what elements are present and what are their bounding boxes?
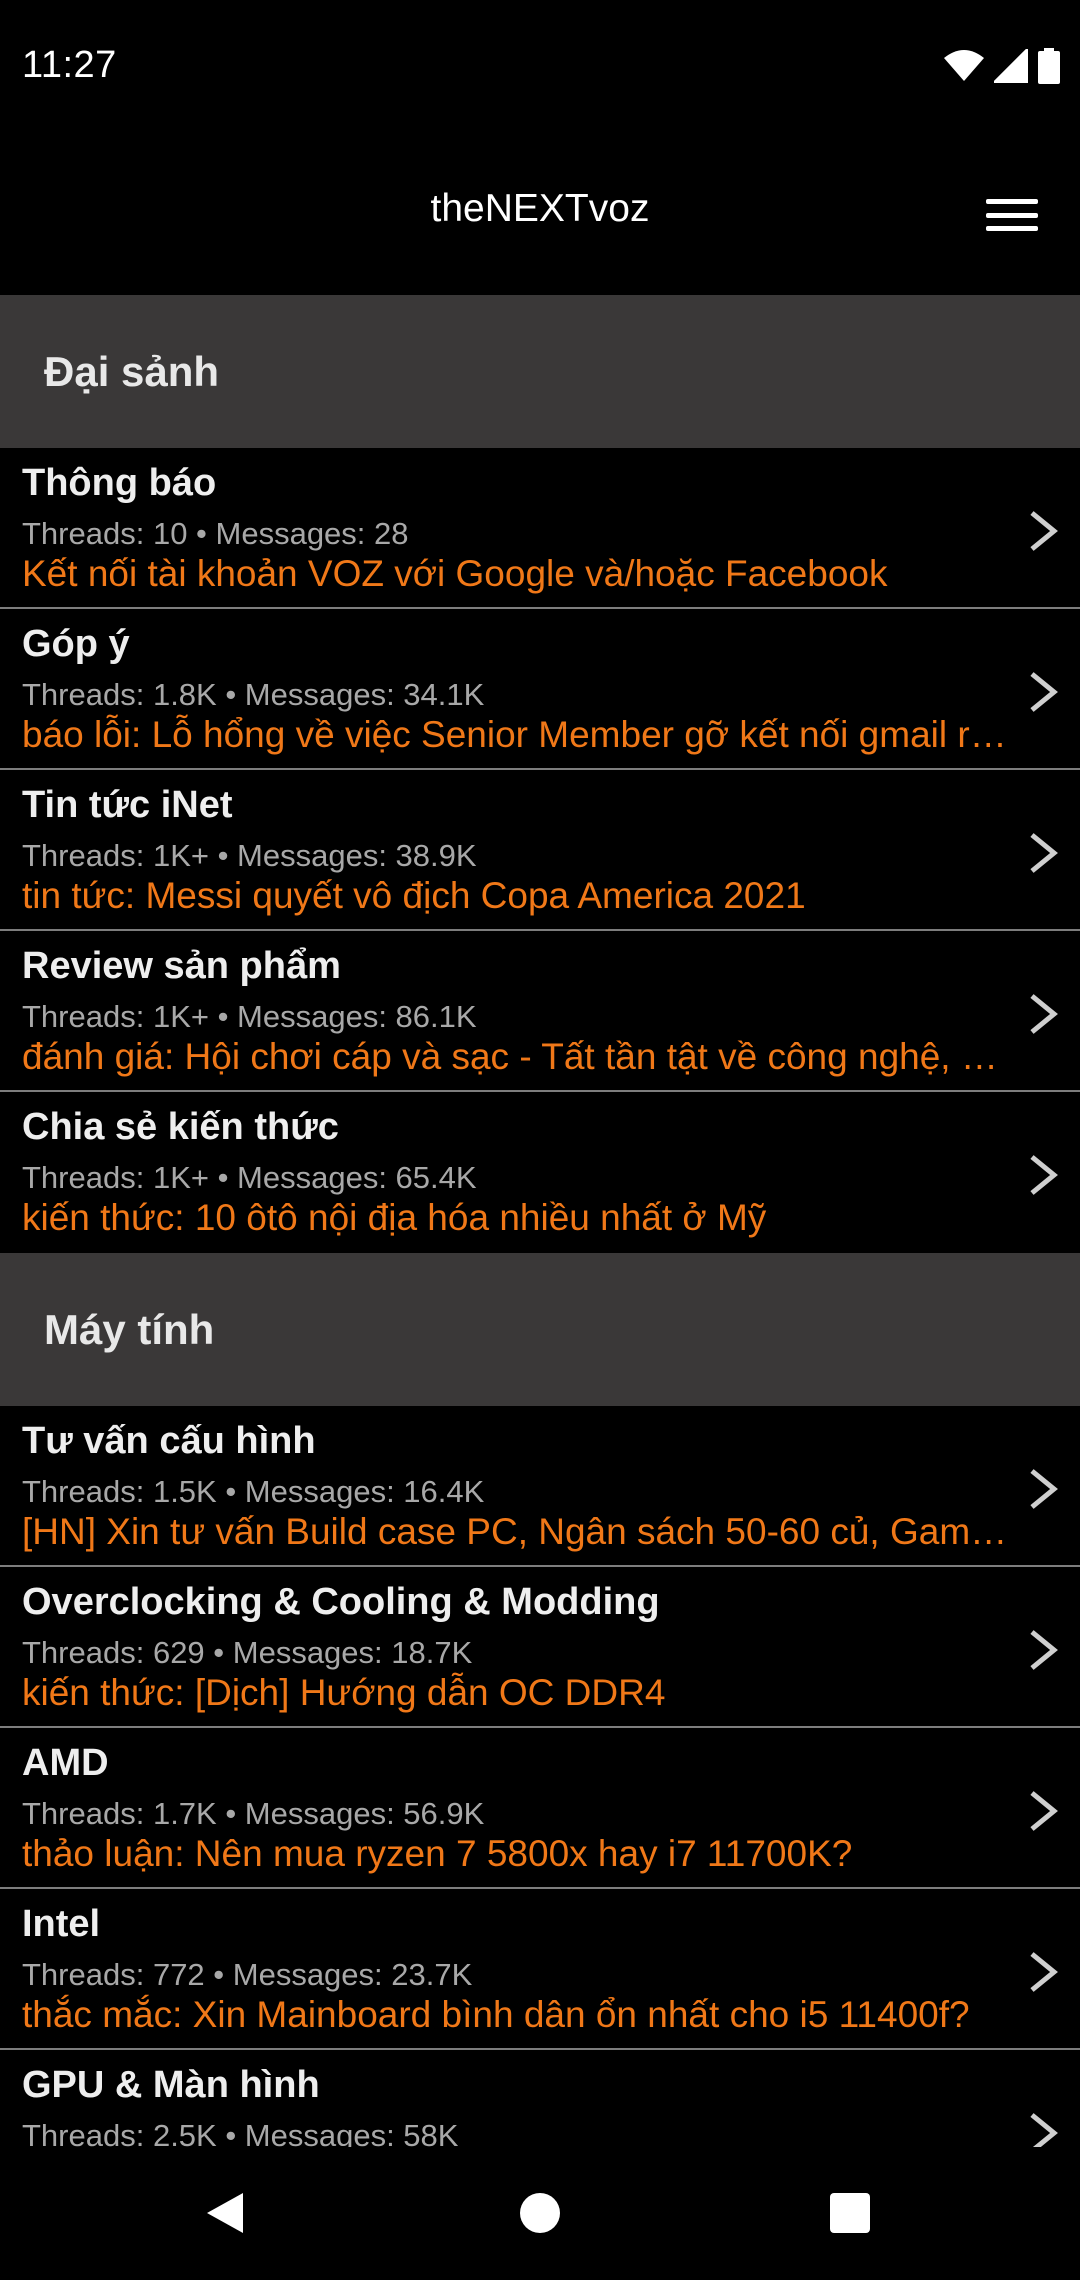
app-bar: theNEXTvoz — [0, 135, 1080, 295]
forum-row[interactable]: Góp ý Threads: 1.8K • Messages: 34.1K bá… — [0, 609, 1080, 770]
forum-row[interactable]: Review sản phẩm Threads: 1K+ • Messages:… — [0, 931, 1080, 1092]
forum-stats: Threads: 1.7K • Messages: 56.9K — [22, 1796, 485, 1831]
forum-latest-thread[interactable]: tin tức: Messi quyết vô địch Copa Americ… — [22, 875, 1012, 917]
forum-latest-thread[interactable]: kiến thức: 10 ôtô nội địa hóa nhiều nhất… — [22, 1197, 1012, 1239]
forum-title: Review sản phẩm — [22, 945, 341, 987]
forum-stats: Threads: 10 • Messages: 28 — [22, 516, 409, 551]
forum-stats: Threads: 2.5K • Messages: 58K — [22, 2118, 459, 2147]
section-title: Đại sảnh — [44, 347, 220, 395]
forum-latest-thread[interactable]: [HN] Xin tư vấn Build case PC, Ngân sách… — [22, 1511, 1012, 1553]
forum-row[interactable]: Intel Threads: 772 • Messages: 23.7K thắ… — [0, 1889, 1080, 2050]
app-title: theNEXTvoz — [430, 187, 650, 230]
forum-row[interactable]: AMD Threads: 1.7K • Messages: 56.9K thảo… — [0, 1728, 1080, 1889]
chevron-right-icon — [1030, 1630, 1058, 1670]
chevron-right-icon — [1030, 833, 1058, 873]
back-icon[interactable] — [185, 2177, 265, 2249]
home-icon[interactable] — [500, 2177, 580, 2249]
system-nav-bar — [0, 2147, 1080, 2280]
forum-title: Thông báo — [22, 462, 217, 504]
section-title: Máy tính — [44, 1305, 215, 1353]
section-header: Máy tính — [0, 1253, 1080, 1406]
forum-stats: Threads: 772 • Messages: 23.7K — [22, 1957, 473, 1992]
menu-bar-line — [986, 226, 1038, 231]
forum-row[interactable]: Tin tức iNet Threads: 1K+ • Messages: 38… — [0, 770, 1080, 931]
forum-latest-thread[interactable]: thảo luận: Nên mua ryzen 7 5800x hay i7 … — [22, 1833, 1012, 1875]
chevron-right-icon — [1030, 511, 1058, 551]
forum-title: Tư vấn cấu hình — [22, 1420, 316, 1462]
menu-bar-line — [986, 212, 1038, 218]
forum-stats: Threads: 1.5K • Messages: 16.4K — [22, 1474, 485, 1509]
battery-icon — [1038, 48, 1060, 84]
forum-list[interactable]: Đại sảnh Thông báo Threads: 10 • Message… — [0, 295, 1080, 2147]
menu-bar-line — [986, 199, 1038, 204]
forum-row[interactable]: Tư vấn cấu hình Threads: 1.5K • Messages… — [0, 1406, 1080, 1567]
status-icons — [944, 46, 1060, 86]
forum-title: Tin tức iNet — [22, 784, 233, 826]
chevron-right-icon — [1030, 672, 1058, 712]
forum-title: Chia sẻ kiến thức — [22, 1106, 339, 1148]
forum-stats: Threads: 1K+ • Messages: 38.9K — [22, 838, 477, 873]
forum-latest-thread[interactable]: báo lỗi: Lỗ hổng về việc Senior Member g… — [22, 714, 1012, 756]
forum-title: AMD — [22, 1742, 109, 1784]
forum-latest-thread[interactable]: thắc mắc: Xin Mainboard bình dân ổn nhất… — [22, 1994, 1012, 2036]
forum-latest-thread[interactable]: Kết nối tài khoản VOZ với Google và/hoặc… — [22, 553, 1012, 595]
forum-stats: Threads: 1.8K • Messages: 34.1K — [22, 677, 485, 712]
forum-stats: Threads: 1K+ • Messages: 86.1K — [22, 999, 477, 1034]
forum-row[interactable]: Chia sẻ kiến thức Threads: 1K+ • Message… — [0, 1092, 1080, 1253]
chevron-right-icon — [1030, 1952, 1058, 1992]
forum-row[interactable]: Overclocking & Cooling & Modding Threads… — [0, 1567, 1080, 1728]
hamburger-menu-icon[interactable] — [984, 191, 1040, 239]
wifi-icon — [944, 50, 984, 81]
cellular-signal-icon — [994, 49, 1028, 83]
chevron-right-icon — [1030, 1791, 1058, 1831]
forum-title: Intel — [22, 1903, 101, 1945]
forum-title: Overclocking & Cooling & Modding — [22, 1581, 660, 1623]
recents-icon[interactable] — [810, 2177, 890, 2249]
section-header: Đại sảnh — [0, 295, 1080, 448]
chevron-right-icon — [1030, 1469, 1058, 1509]
chevron-right-icon — [1030, 994, 1058, 1034]
forum-stats: Threads: 629 • Messages: 18.7K — [22, 1635, 473, 1670]
forum-latest-thread[interactable]: đánh giá: Hội chơi cáp và sạc - Tất tần … — [22, 1036, 1012, 1078]
forum-row[interactable]: GPU & Màn hình Threads: 2.5K • Messages:… — [0, 2050, 1080, 2147]
status-bar: 11:27 — [0, 0, 1080, 135]
chevron-right-icon — [1030, 1155, 1058, 1195]
chevron-right-icon — [1030, 2113, 1058, 2147]
forum-latest-thread[interactable]: kiến thức: [Dịch] Hướng dẫn OC DDR4 — [22, 1672, 1012, 1714]
forum-row[interactable]: Thông báo Threads: 10 • Messages: 28 Kết… — [0, 448, 1080, 609]
forum-title: Góp ý — [22, 623, 130, 665]
forum-title: GPU & Màn hình — [22, 2064, 320, 2106]
status-time: 11:27 — [22, 44, 117, 86]
forum-stats: Threads: 1K+ • Messages: 65.4K — [22, 1160, 477, 1195]
